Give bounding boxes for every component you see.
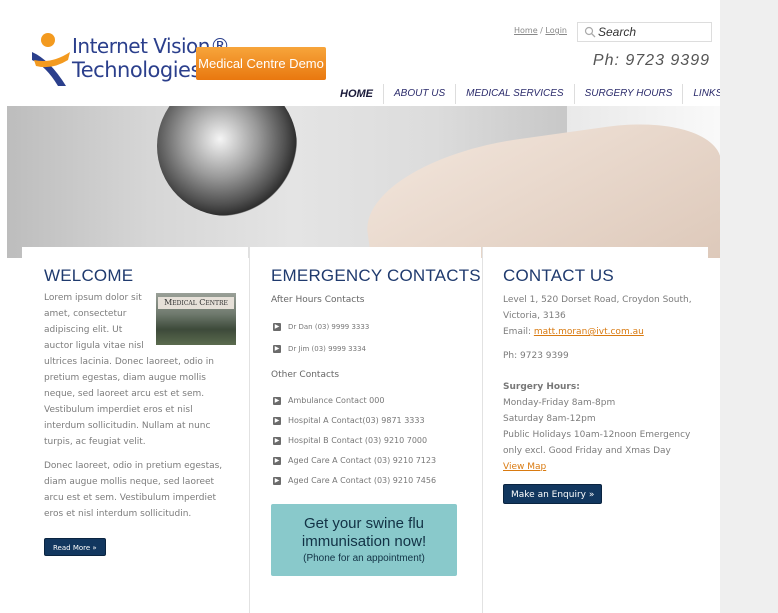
swine-flu-banner[interactable]: Get your swine flu immunisation now! (Ph… (271, 504, 457, 576)
hours-holidays: Public Holidays 10am-12noon Emergency on… (503, 430, 691, 456)
after-hours-list: ▶ Dr Dan (03) 9999 3333 ▶ Dr Jim (03) 9999… (273, 320, 369, 364)
emergency-title: EMERGENCY CONTACTS (271, 266, 481, 285)
list-item: ▶ Aged Care A Contact (03) 9210 7123 (273, 456, 437, 465)
other-contacts-heading: Other Contacts (271, 370, 340, 380)
right-gutter (720, 0, 778, 613)
list-item: ▶ Dr Jim (03) 9999 3334 (273, 345, 366, 353)
page: Internet Vision® Technologies Medical Ce… (0, 0, 722, 613)
welcome-paragraph-1: Medical Centre Lorem ipsum dolor sit ame… (44, 290, 236, 450)
list-item: ▶ Ambulance Contact 000 (273, 396, 385, 405)
list-item: ▶ Hospital B Contact (03) 9210 7000 (273, 436, 428, 445)
hero-image (7, 106, 720, 258)
medical-centre-sign: Medical Centre (158, 297, 234, 309)
login-link[interactable]: Login (545, 26, 567, 35)
header-phone: Ph: 9723 9399 (592, 52, 710, 69)
arrow-bullet-icon: ▶ (273, 457, 281, 465)
email-label: Email: (503, 327, 534, 337)
arrow-bullet-icon: ▶ (273, 323, 281, 331)
logo-mark-icon (32, 33, 70, 86)
contact-email-row: Email: matt.moran@ivt.com.au (503, 324, 703, 340)
swine-flu-line-3: (Phone for an appointment) (303, 553, 425, 564)
arrow-bullet-icon: ▶ (273, 417, 281, 425)
hours-weekday: Monday-Friday 8am-8pm (503, 398, 616, 408)
search-box[interactable] (577, 22, 712, 42)
read-more-button[interactable]: Read More » (44, 538, 106, 556)
other-contacts-list: ▶ Ambulance Contact 000 ▶ Hospital A Conta… (273, 394, 436, 494)
swine-flu-line-2: immunisation now! (301, 533, 427, 550)
top-links: Home / Login (514, 26, 567, 35)
search-input[interactable] (598, 24, 708, 40)
contact-phone: Ph: 9723 9399 (503, 351, 569, 361)
search-icon (584, 26, 596, 38)
main-nav: HOME ABOUT US MEDICAL SERVICES SURGERY H… (330, 84, 732, 104)
demo-badge: Medical Centre Demo (196, 47, 326, 80)
list-item: ▶ Hospital A Contact(03) 9871 3333 (273, 416, 425, 425)
arrow-bullet-icon: ▶ (273, 437, 281, 445)
arrow-bullet-icon: ▶ (273, 477, 281, 485)
list-item: ▶ Aged Care A Contact (03) 9210 7456 (273, 476, 437, 485)
nav-home[interactable]: HOME (330, 84, 383, 104)
list-item: ▶ Dr Dan (03) 9999 3333 (273, 323, 370, 331)
emergency-column: EMERGENCY CONTACTS After Hours Contacts … (249, 247, 481, 613)
logo-text-line2: Technologies (72, 58, 201, 82)
home-link[interactable]: Home (514, 26, 538, 35)
after-hours-heading: After Hours Contacts (271, 295, 365, 305)
arrow-bullet-icon: ▶ (273, 397, 281, 405)
contact-address-block: Level 1, 520 Dorset Road, Croydon South,… (503, 292, 703, 340)
welcome-paragraph-2: Donec laoreet, odio in pretium egestas, … (44, 461, 223, 519)
contact-column: CONTACT US Level 1, 520 Dorset Road, Cro… (482, 247, 708, 613)
contact-address: Level 1, 520 Dorset Road, Croydon South,… (503, 295, 692, 321)
welcome-column: WELCOME Medical Centre Lorem ipsum dolor… (22, 247, 248, 613)
arrow-bullet-icon: ▶ (273, 345, 281, 353)
email-link[interactable]: matt.moran@ivt.com.au (534, 327, 644, 337)
hours-saturday: Saturday 8am-12pm (503, 414, 596, 424)
hand-graphic (357, 111, 720, 258)
stethoscope-graphic (157, 106, 297, 216)
nav-surgery-hours[interactable]: SURGERY HOURS (573, 84, 683, 104)
surgery-hours-label: Surgery Hours: (503, 382, 580, 392)
welcome-title: WELCOME (44, 266, 134, 285)
swine-flu-line-1: Get your swine flu (303, 515, 425, 532)
nav-about-us[interactable]: ABOUT US (383, 84, 455, 104)
medical-centre-image: Medical Centre (156, 293, 236, 345)
contact-title: CONTACT US (503, 266, 614, 285)
view-map-link[interactable]: View Map (503, 462, 546, 472)
make-enquiry-button[interactable]: Make an Enquiry » (503, 484, 603, 504)
surgery-hours-block: Surgery Hours: Monday-Friday 8am-8pm Sat… (503, 379, 709, 475)
nav-medical-services[interactable]: MEDICAL SERVICES (455, 84, 573, 104)
